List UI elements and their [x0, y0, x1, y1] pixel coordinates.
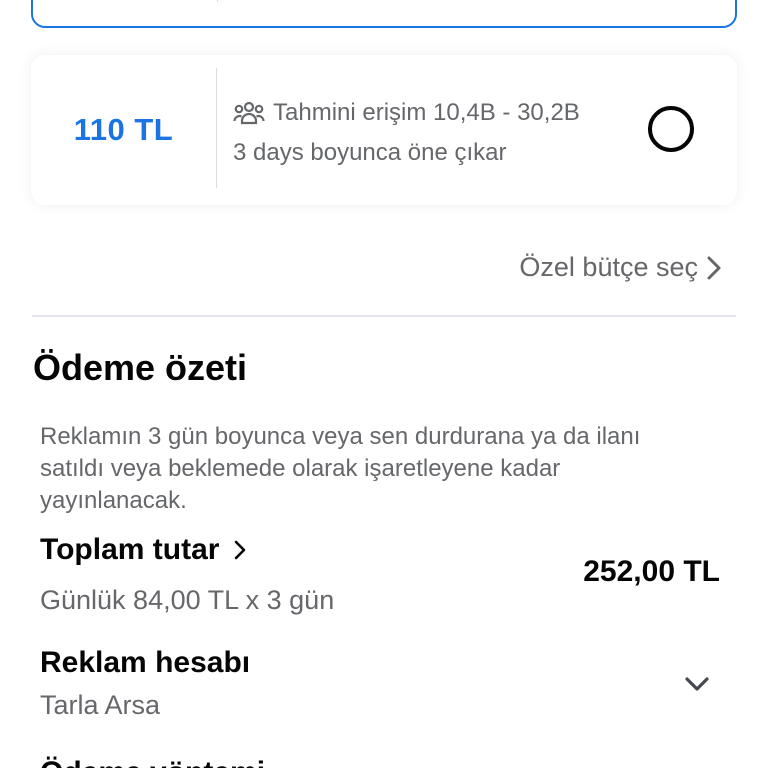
total-amount-label: Toplam tutar	[40, 533, 220, 566]
custom-budget-label: Özel bütçe seç	[519, 252, 698, 282]
ad-account-label: Reklam hesabı	[40, 646, 251, 679]
card-divider	[217, 0, 218, 2]
budget-option-price: 110 TL	[73, 112, 174, 147]
budget-option-radio[interactable]	[648, 106, 694, 152]
ad-account-value: Tarla Arsa	[40, 690, 161, 720]
chevron-right-icon	[235, 540, 246, 560]
total-amount-value: 252,00 TL	[583, 555, 720, 588]
total-amount-detail: Günlük 84,00 TL x 3 gün	[40, 585, 335, 615]
people-group-icon	[233, 101, 265, 125]
payment-summary-title: Ödeme özeti	[33, 347, 248, 388]
budget-option-duration: 3 days boyunca öne çıkar	[233, 139, 507, 166]
custom-budget-link[interactable]: Özel bütçe seç	[519, 252, 722, 283]
payment-method-title: Ödeme yöntemi	[40, 756, 265, 768]
budget-option-reach: Tahmini erişim 10,4B - 30,2B	[233, 99, 580, 127]
section-divider	[32, 315, 736, 317]
budget-option-card[interactable]: 110 TL Tahmini erişim 10,4B - 30,2B 3 da…	[31, 55, 737, 205]
total-amount-button[interactable]: Toplam tutar	[40, 533, 247, 567]
payment-summary-description: Reklamın 3 gün boyunca veya sen durduran…	[40, 423, 641, 514]
chevron-right-icon	[707, 256, 721, 279]
card-divider	[216, 68, 217, 188]
chevron-down-icon[interactable]	[684, 676, 710, 692]
budget-option-card-selected[interactable]	[31, 0, 737, 28]
boost-listing-page: 110 TL Tahmini erişim 10,4B - 30,2B 3 da…	[0, 0, 768, 768]
reach-text: Tahmini erişim 10,4B - 30,2B	[273, 99, 580, 126]
